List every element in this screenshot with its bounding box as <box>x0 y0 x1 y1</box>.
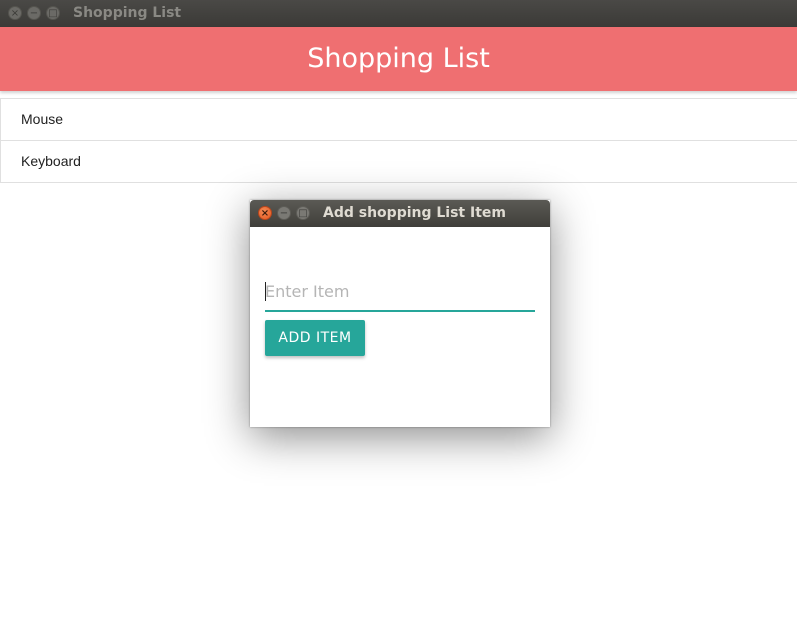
window-maximize-icon[interactable]: □ <box>46 6 60 20</box>
text-caret <box>265 282 266 301</box>
dialog-title: Add shopping List Item <box>323 205 506 221</box>
dialog-titlebar[interactable]: × − □ Add shopping List Item <box>250 200 550 227</box>
window-title: Shopping List <box>73 5 182 21</box>
app-header: Shopping List <box>0 27 797 91</box>
page-title: Shopping List <box>307 43 490 74</box>
dialog-minimize-icon[interactable]: − <box>277 206 291 220</box>
add-item-dialog: × − □ Add shopping List Item ADD ITEM <box>250 200 550 427</box>
dialog-close-icon[interactable]: × <box>258 206 272 220</box>
window-minimize-icon[interactable]: − <box>27 6 41 20</box>
dialog-maximize-icon[interactable]: □ <box>296 206 310 220</box>
list-item[interactable]: Mouse <box>1 99 797 141</box>
window-close-icon[interactable]: × <box>8 6 22 20</box>
list-item[interactable]: Keyboard <box>1 141 797 183</box>
window-titlebar[interactable]: × − □ Shopping List <box>0 0 797 27</box>
item-input[interactable] <box>265 272 535 312</box>
add-item-button[interactable]: ADD ITEM <box>265 320 365 356</box>
shopping-list: Mouse Keyboard <box>0 98 797 183</box>
